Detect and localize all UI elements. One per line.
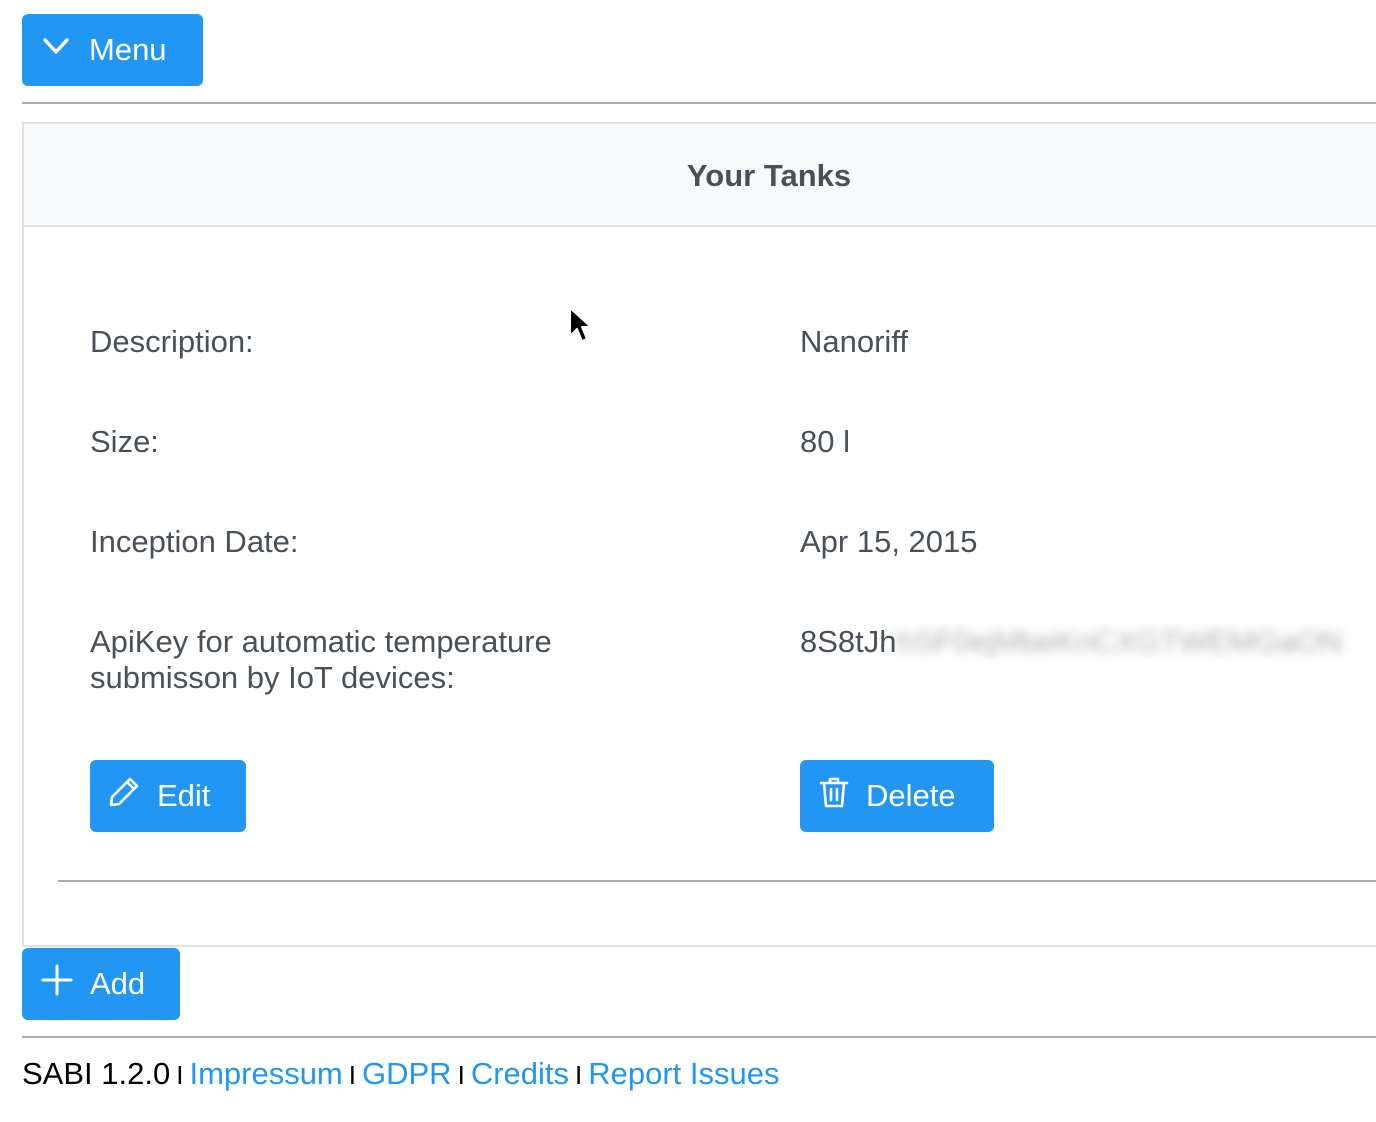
- mouse-cursor-icon: [568, 306, 592, 349]
- divider: [22, 102, 1376, 104]
- inception-date-value: Apr 15, 2015: [800, 524, 978, 559]
- apikey-value: 8S8tJhhSF0ejMbeKnCXGTWEMGaON: [800, 624, 1360, 660]
- apikey-label: ApiKey for automatic temperature submiss…: [90, 624, 552, 696]
- gdpr-link[interactable]: GDPR: [362, 1056, 452, 1091]
- footer: SABI 1.2.0 I Impressum I GDPR I Credits I Report…: [22, 1056, 780, 1092]
- size-label: Size:: [90, 424, 159, 459]
- divider: [58, 880, 1376, 882]
- footer-separator: I: [348, 1060, 356, 1090]
- delete-button-label: Delete: [866, 778, 956, 813]
- menu-button[interactable]: Menu: [22, 14, 203, 86]
- add-button-label: Add: [90, 966, 146, 1001]
- credits-link[interactable]: Credits: [471, 1056, 569, 1091]
- edit-button[interactable]: Edit: [90, 760, 246, 832]
- footer-separator: I: [457, 1060, 465, 1090]
- chevron-down-icon: [40, 30, 72, 70]
- app-version: SABI 1.2.0: [22, 1056, 171, 1091]
- delete-button[interactable]: Delete: [800, 760, 994, 832]
- card-header: Your Tanks: [24, 124, 1376, 227]
- apikey-blurred: hSF0ejMbeKnCXGTWEMGaON: [896, 624, 1343, 659]
- menu-button-label: Menu: [89, 32, 167, 67]
- description-value: Nanoriff: [800, 324, 908, 359]
- impressum-link[interactable]: Impressum: [189, 1056, 342, 1091]
- tanks-card: Your Tanks Description: Nanoriff Size: 8…: [22, 122, 1376, 947]
- report-issues-link[interactable]: Report Issues: [588, 1056, 779, 1091]
- divider: [22, 1036, 1376, 1038]
- apikey-label-line1: ApiKey for automatic temperature: [90, 624, 552, 659]
- apikey-label-line2: submisson by IoT devices:: [90, 660, 455, 695]
- footer-separator: I: [176, 1060, 184, 1090]
- size-value: 80 l: [800, 424, 850, 459]
- pencil-icon: [107, 775, 141, 817]
- card-title: Your Tanks: [686, 158, 852, 193]
- description-label: Description:: [90, 324, 254, 359]
- edit-button-label: Edit: [157, 778, 211, 813]
- plus-icon: [40, 963, 74, 1005]
- footer-separator: I: [575, 1060, 583, 1090]
- apikey-visible: 8S8tJh: [800, 624, 897, 659]
- inception-date-label: Inception Date:: [90, 524, 299, 559]
- add-tank-button[interactable]: Add: [22, 948, 180, 1020]
- trash-icon: [818, 775, 850, 817]
